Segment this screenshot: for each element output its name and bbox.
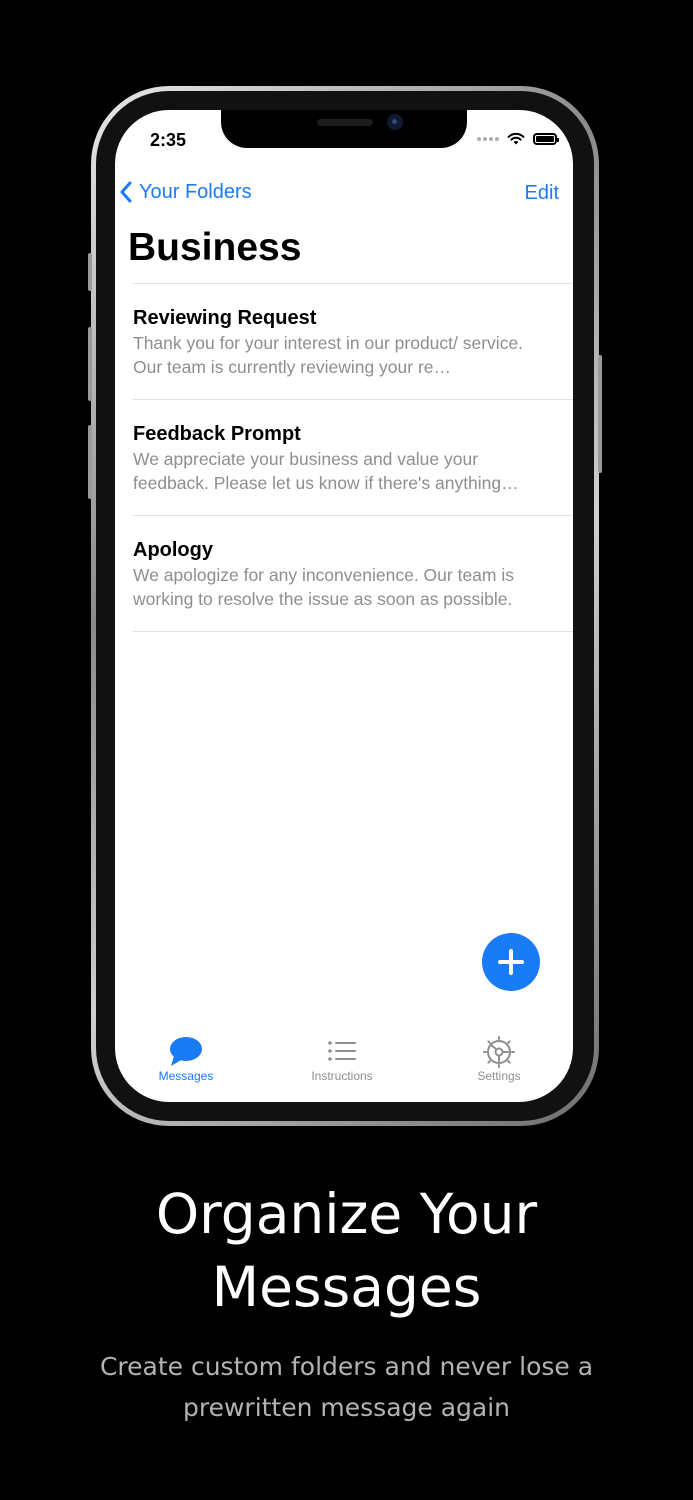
message-row[interactable]: Feedback Prompt We appreciate your busin…	[132, 400, 573, 515]
wifi-icon	[507, 132, 525, 145]
message-preview: Thank you for your interest in our produ…	[133, 333, 524, 377]
back-button[interactable]: Your Folders	[119, 180, 252, 204]
speech-bubble-icon	[170, 1037, 202, 1066]
message-list: Reviewing Request Thank you for your int…	[132, 283, 573, 632]
subline-line: Create custom folders and never lose a	[99, 1352, 594, 1381]
message-row[interactable]: Reviewing Request Thank you for your int…	[132, 284, 573, 399]
add-message-button[interactable]	[482, 933, 540, 991]
message-preview: We appreciate your business and value yo…	[133, 449, 519, 493]
tab-bar: Messages Instructions Settings	[115, 1030, 573, 1102]
signal-dots-icon	[477, 137, 499, 141]
divider	[132, 631, 573, 632]
message-title: Reviewing Request	[133, 307, 317, 329]
power-button	[598, 355, 602, 473]
tab-instructions[interactable]: Instructions	[282, 1036, 402, 1083]
message-title: Feedback Prompt	[133, 423, 301, 445]
status-indicators	[477, 132, 559, 146]
marketing-subline: Create custom folders and never lose a p…	[0, 1346, 693, 1428]
gear-icon	[483, 1036, 515, 1068]
tab-instructions-label: Instructions	[311, 1069, 373, 1083]
list-icon	[328, 1041, 356, 1061]
status-time: 2:35	[150, 130, 187, 150]
back-button-label: Your Folders	[139, 180, 252, 203]
plus-icon	[498, 949, 524, 975]
subline-line: prewritten message again	[182, 1393, 511, 1422]
tab-messages[interactable]: Messages	[126, 1036, 246, 1083]
volume-down-button	[88, 425, 92, 499]
message-row[interactable]: Apology We apologize for any inconvenien…	[132, 516, 573, 631]
front-camera	[387, 114, 403, 130]
silent-switch	[88, 253, 92, 291]
tab-messages-label: Messages	[158, 1069, 214, 1083]
phone-screen: 2:35 Your Folders Edit Business Reviewin…	[115, 110, 573, 1102]
tab-settings-label: Settings	[477, 1069, 521, 1083]
volume-up-button	[88, 327, 92, 401]
message-title: Apology	[133, 539, 213, 561]
headline-line: Messages	[211, 1255, 482, 1319]
marketing-headline: Organize Your Messages	[0, 1178, 693, 1324]
chevron-left-icon	[120, 181, 132, 203]
page-title: Business	[128, 226, 302, 269]
earpiece-speaker	[317, 119, 373, 126]
battery-icon	[533, 133, 559, 145]
notch	[221, 110, 467, 148]
headline-line: Organize Your	[155, 1182, 538, 1246]
message-preview: We apologize for any inconvenience. Our …	[133, 565, 514, 609]
tab-settings[interactable]: Settings	[439, 1036, 559, 1083]
edit-button[interactable]: Edit	[525, 182, 559, 205]
